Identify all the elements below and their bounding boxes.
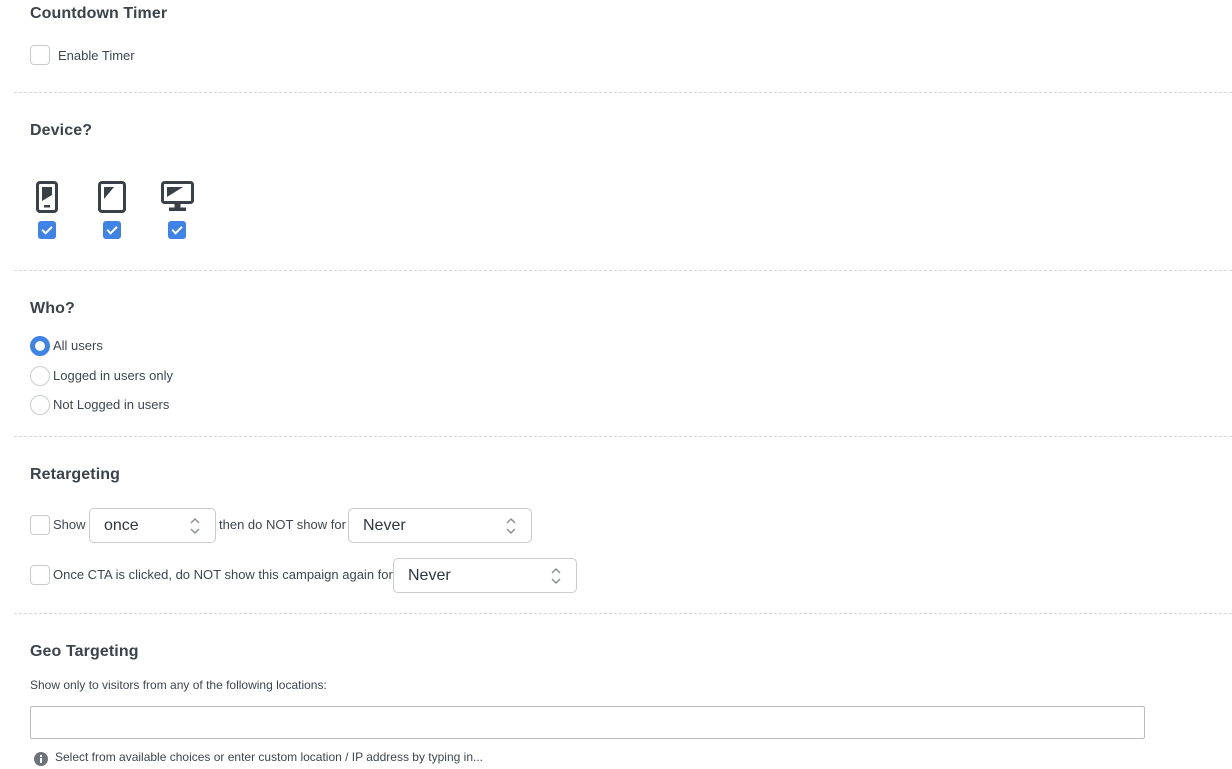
cta-clicked-value: Never bbox=[408, 567, 451, 584]
geo-targeting-title: Geo Targeting bbox=[30, 643, 139, 660]
device-title: Device? bbox=[30, 122, 93, 139]
section-divider bbox=[14, 92, 1232, 93]
cta-clicked-checkbox[interactable] bbox=[30, 565, 50, 585]
cta-clicked-select[interactable]: Never bbox=[393, 558, 577, 593]
retargeting-title: Retargeting bbox=[30, 466, 120, 483]
radio-all-users-label: All users bbox=[53, 338, 103, 353]
select-arrows-icon bbox=[506, 517, 516, 535]
tablet-device-checkbox[interactable] bbox=[103, 221, 121, 239]
who-title: Who? bbox=[30, 300, 75, 317]
enable-timer-checkbox[interactable] bbox=[30, 45, 50, 65]
enable-timer-label: Enable Timer bbox=[58, 48, 135, 63]
show-label: Show bbox=[53, 517, 86, 532]
geo-targeting-description: Show only to visitors from any of the fo… bbox=[30, 678, 327, 692]
radio-logged-in-users-label: Logged in users only bbox=[53, 368, 173, 383]
info-icon bbox=[34, 752, 48, 766]
tablet-icon bbox=[98, 181, 126, 213]
then-do-not-show-select[interactable]: Never bbox=[348, 508, 532, 543]
show-frequency-value: once bbox=[104, 517, 139, 534]
select-arrows-icon bbox=[551, 567, 561, 585]
geo-location-input[interactable] bbox=[30, 706, 1145, 739]
select-arrows-icon bbox=[190, 517, 200, 535]
then-do-not-show-label: then do NOT show for bbox=[219, 517, 346, 532]
desktop-monitor-icon bbox=[161, 181, 194, 211]
then-do-not-show-value: Never bbox=[363, 517, 406, 534]
show-frequency-select[interactable]: once bbox=[89, 508, 216, 543]
desktop-device-checkbox[interactable] bbox=[168, 221, 186, 239]
show-frequency-checkbox[interactable] bbox=[30, 515, 50, 535]
radio-not-logged-in-users[interactable] bbox=[30, 395, 50, 415]
mobile-phone-icon bbox=[36, 181, 58, 213]
radio-not-logged-in-users-label: Not Logged in users bbox=[53, 397, 170, 412]
radio-all-users[interactable] bbox=[30, 336, 50, 356]
radio-logged-in-users[interactable] bbox=[30, 366, 50, 386]
mobile-device-checkbox[interactable] bbox=[38, 221, 56, 239]
section-divider bbox=[14, 270, 1232, 271]
cta-clicked-label: Once CTA is clicked, do NOT show this ca… bbox=[53, 567, 393, 582]
section-divider bbox=[14, 436, 1232, 437]
geo-hint-text: Select from available choices or enter c… bbox=[55, 750, 483, 764]
section-divider bbox=[14, 613, 1232, 614]
countdown-timer-title: Countdown Timer bbox=[30, 5, 168, 22]
